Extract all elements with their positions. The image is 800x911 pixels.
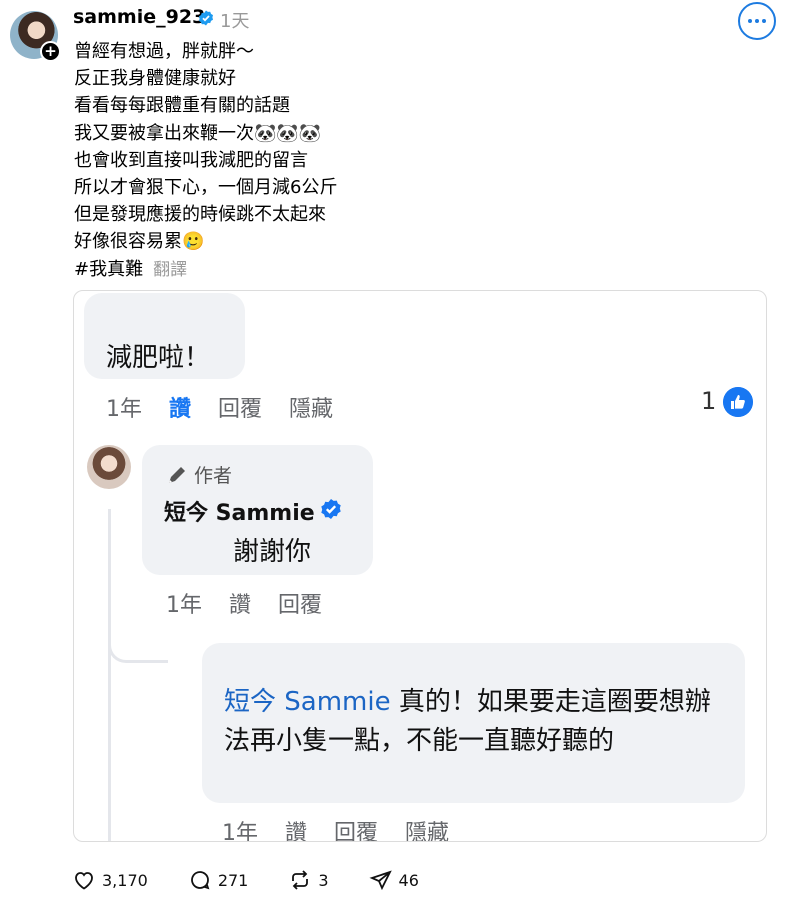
post-action-bar: 3,170 271 3 46	[72, 868, 459, 892]
post-line: 但是發現應援的時候跳不太起來	[74, 204, 326, 226]
comment-bubble: 減肥啦！	[84, 293, 245, 379]
reply-meta: 1年 讚 回覆	[166, 587, 342, 619]
pen-icon	[169, 466, 185, 483]
reply-time: 1年	[166, 593, 202, 618]
post-line: 反正我身體健康就好	[74, 68, 236, 90]
repost-action[interactable]: 3	[288, 868, 329, 892]
post-line: 也會收到直接叫我減肥的留言	[74, 149, 308, 171]
dot-icon	[755, 19, 759, 23]
thumbs-up-icon	[723, 387, 753, 417]
post-username[interactable]: sammie_923	[73, 6, 205, 28]
more-options-button[interactable]	[738, 2, 776, 40]
dot-icon	[762, 19, 766, 23]
follow-plus-icon[interactable]: +	[40, 41, 61, 62]
reply2-reply-button[interactable]: 回覆	[334, 821, 378, 841]
reply2-hide-button[interactable]: 隱藏	[405, 821, 449, 841]
post-line: 我又要被拿出來鞭一次🐼🐼🐼	[74, 122, 322, 144]
comment-like-button[interactable]: 讚	[169, 397, 191, 422]
comment-count: 271	[217, 870, 249, 890]
like-action[interactable]: 3,170	[72, 868, 148, 892]
post-line: 好像很容易累🥲	[74, 231, 205, 253]
repost-icon	[292, 870, 309, 890]
translate-link[interactable]: 翻譯	[153, 257, 187, 284]
comment-action[interactable]: 271	[188, 868, 249, 892]
comment-time: 1年	[106, 397, 142, 422]
comment-text: 減肥啦！	[106, 343, 211, 373]
reply-text: 謝謝你	[233, 537, 312, 567]
repost-count: 3	[318, 870, 329, 890]
thread-line	[108, 509, 111, 841]
like-count: 3,170	[102, 870, 148, 890]
share-count: 46	[398, 870, 419, 890]
post-line: 曾經有想過，胖就胖～	[74, 41, 254, 62]
reply-reply-button[interactable]: 回覆	[278, 593, 322, 618]
author-badge-label: 作者	[194, 465, 233, 487]
comment-like-count: 1	[701, 387, 717, 415]
dot-icon	[748, 19, 752, 23]
reply2-like-button[interactable]: 讚	[285, 821, 307, 841]
post-timestamp: 1天	[220, 11, 250, 32]
reply2-text: 短今 Sammie 真的！如果要走這圈要想辦法再小隻一點，不能一直聽好聽的	[224, 683, 723, 761]
comment-hide-button[interactable]: 隱藏	[289, 397, 333, 422]
comment-icon	[190, 871, 210, 890]
thread-connector	[108, 621, 168, 663]
reply-avatar[interactable]	[87, 445, 131, 489]
mention-link[interactable]: 短今 Sammie	[224, 687, 391, 717]
send-icon	[369, 870, 392, 891]
reply-bubble: 作者 短今 Sammie 謝謝你	[142, 445, 373, 575]
comment-screenshot-card[interactable]: 減肥啦！ 1年 讚 回覆 隱藏 1 作者 短今 Sammie 謝謝你 1年 讚 …	[73, 290, 767, 842]
hashtag-link[interactable]: #我真難	[74, 256, 143, 283]
heart-icon	[75, 872, 93, 890]
reply2-bubble: 短今 Sammie 真的！如果要走這圈要想辦法再小隻一點，不能一直聽好聽的	[202, 643, 745, 803]
reply2-time: 1年	[222, 821, 258, 842]
verified-icon	[321, 499, 341, 519]
post-text: 曾經有想過，胖就胖～ 反正我身體健康就好 看看每每跟體重有關的話題 我又要被拿出…	[74, 38, 337, 284]
reply2-meta: 1年 讚 回覆 隱藏	[222, 815, 469, 842]
post-line: 看看每每跟體重有關的話題	[74, 95, 290, 117]
reply-like-button[interactable]: 讚	[229, 593, 251, 618]
author-badge: 作者	[166, 461, 232, 488]
comment-reply-button[interactable]: 回覆	[218, 397, 262, 422]
verified-icon	[199, 10, 213, 26]
comment-meta: 1年 讚 回覆 隱藏	[106, 391, 353, 423]
reply-author-name[interactable]: 短今 Sammie	[164, 495, 315, 527]
post-line: 所以才會狠下心，一個月減6公斤	[74, 177, 338, 199]
share-action[interactable]: 46	[369, 868, 419, 892]
